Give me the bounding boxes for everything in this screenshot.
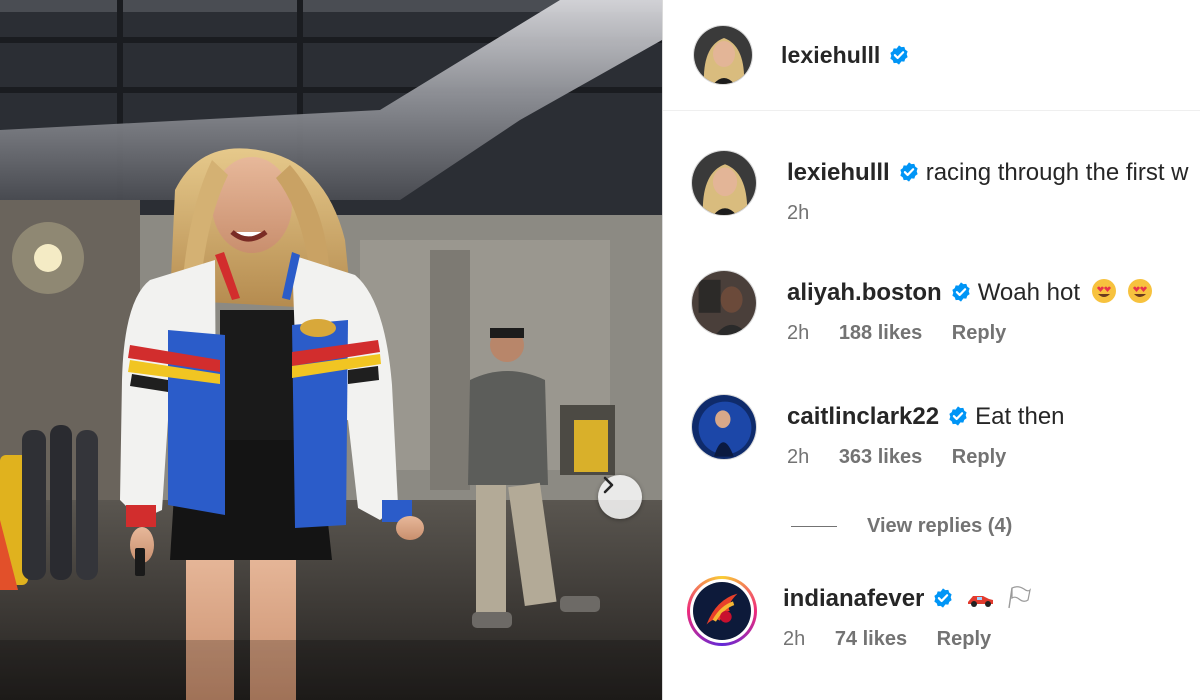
- comment-username[interactable]: indianafever: [783, 585, 924, 612]
- comment-item: indianafever 2h 74 likes Reply: [687, 576, 1200, 651]
- heart-eyes-emoji-icon: [1128, 279, 1153, 303]
- comment-avatar[interactable]: [691, 270, 757, 336]
- comment-avatar[interactable]: [691, 150, 757, 216]
- avatar-image: [692, 271, 756, 335]
- photo-scene: [0, 0, 662, 700]
- comment-item: aliyah.boston Woah hot 2h 188 likes Repl…: [691, 270, 1200, 345]
- post-photo[interactable]: [0, 0, 662, 700]
- comment-time: 2h: [783, 628, 806, 650]
- comment-time: 2h: [787, 446, 810, 468]
- comment-item: caitlinclark22 Eat then 2h 363 likes Repl…: [691, 394, 1200, 469]
- comment-username[interactable]: caitlinclark22: [787, 403, 939, 430]
- comment-likes[interactable]: 363 likes: [839, 446, 922, 468]
- comment-username[interactable]: aliyah.boston: [787, 279, 942, 306]
- verified-badge-icon: [890, 45, 909, 65]
- chevron-right-icon: [603, 476, 614, 494]
- view-replies-label: View replies (4): [867, 515, 1013, 537]
- avatar-image: [692, 395, 756, 459]
- reply-button[interactable]: Reply: [937, 628, 991, 650]
- comment-text: racing through the first w: [925, 159, 1189, 186]
- post-header: lexiehulll: [663, 0, 1200, 111]
- verified-badge-icon: [949, 406, 967, 426]
- comment-avatar[interactable]: [691, 394, 757, 460]
- next-photo-button[interactable]: [598, 475, 642, 519]
- comment-text: Woah hot: [977, 279, 1080, 306]
- comment-text: Eat then: [975, 403, 1065, 430]
- comment-time: 2h: [787, 202, 810, 224]
- avatar-image: [694, 26, 752, 84]
- view-replies-button[interactable]: View replies (4): [791, 515, 1012, 538]
- comment-likes[interactable]: 188 likes: [839, 322, 922, 344]
- verified-badge-icon: [900, 162, 918, 182]
- caption-comment: lexiehulll racing through the first w 2h: [691, 150, 1200, 225]
- comment-likes[interactable]: 74 likes: [835, 628, 907, 650]
- author-avatar[interactable]: [693, 25, 753, 85]
- avatar-image: [692, 151, 756, 215]
- replies-divider-line: [791, 526, 837, 527]
- verified-badge-icon: [952, 282, 970, 302]
- avatar-image: [693, 582, 751, 640]
- comment-avatar: [693, 582, 751, 640]
- story-ring[interactable]: [687, 576, 757, 646]
- author-username[interactable]: lexiehulll: [781, 42, 880, 69]
- comment-username[interactable]: lexiehulll: [787, 159, 890, 186]
- reply-button[interactable]: Reply: [952, 446, 1006, 468]
- heart-eyes-emoji-icon: [1091, 279, 1116, 303]
- checkered-flag-emoji-icon: [1008, 586, 1031, 609]
- comment-time: 2h: [787, 322, 810, 344]
- verified-badge-icon: [934, 588, 953, 608]
- race-car-emoji-icon: [968, 596, 994, 607]
- reply-button[interactable]: Reply: [952, 322, 1006, 344]
- post-sidebar: lexiehulll lexiehulll racing through the …: [663, 0, 1200, 700]
